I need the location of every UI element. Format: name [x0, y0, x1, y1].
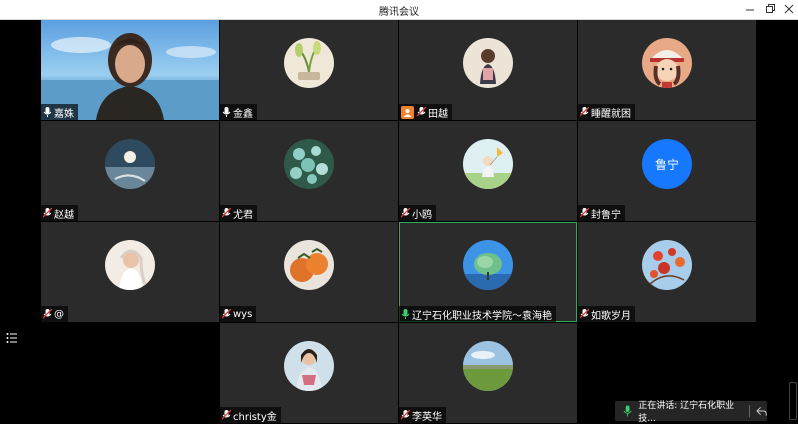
minimize-button[interactable] [742, 2, 758, 16]
participant-avatar [463, 341, 513, 391]
participant-name-bar: 尤君 [220, 205, 257, 221]
participant-name-bar: 李英华 [399, 407, 446, 423]
participant-avatar [463, 139, 513, 189]
participant-name: christy金 [233, 411, 277, 423]
mic-muted-icon [401, 410, 410, 420]
restore-icon [766, 4, 775, 13]
participant-tile[interactable]: 小鸥 [399, 121, 577, 221]
participant-avatar [463, 240, 513, 290]
speaking-text: 正在讲话: 辽宁石化职业技... [638, 401, 735, 424]
participant-tile[interactable]: 田越 [399, 20, 577, 120]
restore-button[interactable] [762, 2, 778, 16]
participant-avatar [642, 240, 692, 290]
window-title: 腾讯会议 [379, 7, 419, 18]
mic-muted-icon [43, 208, 52, 218]
participant-avatar [284, 240, 334, 290]
participant-tile[interactable]: 如歌岁月 [578, 222, 756, 322]
participant-name: 封鲁宁 [591, 209, 621, 221]
participant-tile[interactable]: 睡醒就困 [578, 20, 756, 120]
participant-name: wys [233, 308, 253, 320]
participant-name: 嘉姝 [54, 108, 74, 120]
mic-muted-icon [580, 208, 589, 218]
participant-avatar [463, 38, 513, 88]
menu-list-icon[interactable] [6, 329, 18, 343]
host-badge-icon [401, 105, 414, 119]
edge-handle[interactable] [789, 382, 797, 420]
mic-muted-icon [580, 107, 589, 117]
participant-name-bar: 金鑫 [220, 104, 257, 120]
participant-name-bar: 辽宁石化职业技术学院～袁海艳 [399, 306, 556, 322]
participant-name-bar: wys [220, 306, 257, 322]
return-arrow-icon[interactable] [756, 405, 767, 417]
participant-tile-active-speaker[interactable]: 辽宁石化职业技术学院～袁海艳 [399, 222, 577, 322]
participant-name-bar: christy金 [220, 407, 281, 423]
participant-tile[interactable]: 尤君 [220, 121, 398, 221]
participant-name-bar: 田越 [399, 104, 452, 120]
mic-muted-icon [580, 309, 589, 319]
mic-muted-icon [417, 107, 426, 117]
participant-tile[interactable]: @ [41, 222, 219, 322]
participant-tile[interactable]: wys [220, 222, 398, 322]
participant-avatar [105, 240, 155, 290]
participant-name-bar: 封鲁宁 [578, 205, 625, 221]
participant-tile[interactable]: 赵越 [41, 121, 219, 221]
participant-tile[interactable]: 金鑫 [220, 20, 398, 120]
participant-name-bar: 小鸥 [399, 205, 436, 221]
participant-avatar [105, 139, 155, 189]
mic-muted-icon [222, 309, 231, 319]
participant-avatar [284, 139, 334, 189]
participant-name-bar: @ [41, 306, 68, 322]
participant-tile[interactable]: 嘉姝 [41, 20, 219, 120]
mic-muted-icon [222, 410, 231, 420]
close-button[interactable] [781, 2, 797, 16]
participant-name-bar: 如歌岁月 [578, 306, 635, 322]
participant-avatar [642, 38, 692, 88]
mic-muted-icon [43, 309, 52, 319]
speaking-indicator: 正在讲话: 辽宁石化职业技... [615, 401, 767, 424]
participant-name-bar: 嘉姝 [41, 104, 78, 120]
participant-name: @ [54, 308, 64, 320]
mic-muted-icon [401, 208, 410, 218]
participant-name: 金鑫 [233, 108, 253, 120]
mic-muted-icon [222, 208, 231, 218]
participant-name: 赵越 [54, 209, 74, 221]
video-grid: 嘉姝 金鑫 田越 睡醒就困 赵越 尤君 小鸥 鲁宁 封鲁宁 @ wys 辽宁石化… [0, 20, 798, 424]
participant-avatar [284, 341, 334, 391]
participant-name: 尤君 [233, 209, 253, 221]
speaker-mic-icon [623, 405, 632, 417]
title-bar: 腾讯会议 [0, 0, 798, 20]
participant-avatar [284, 38, 334, 88]
divider [749, 405, 750, 417]
participant-name: 如歌岁月 [591, 310, 631, 322]
participant-name: 睡醒就困 [591, 108, 631, 120]
mic-on-icon [222, 107, 231, 117]
mic-speaking-icon [401, 309, 410, 319]
participant-tile[interactable]: christy金 [220, 323, 398, 423]
participant-avatar-text: 鲁宁 [642, 139, 692, 189]
participant-tile[interactable]: 李英华 [399, 323, 577, 423]
close-icon [784, 4, 794, 14]
participant-name: 田越 [428, 108, 448, 120]
minimize-icon [746, 9, 754, 11]
participant-name: 辽宁石化职业技术学院～袁海艳 [412, 310, 552, 322]
participant-name-bar: 睡醒就困 [578, 104, 635, 120]
participant-name-bar: 赵越 [41, 205, 78, 221]
participant-tile[interactable]: 鲁宁 封鲁宁 [578, 121, 756, 221]
mic-on-icon [43, 107, 52, 117]
participant-name: 李英华 [412, 411, 442, 423]
participant-name: 小鸥 [412, 209, 432, 221]
